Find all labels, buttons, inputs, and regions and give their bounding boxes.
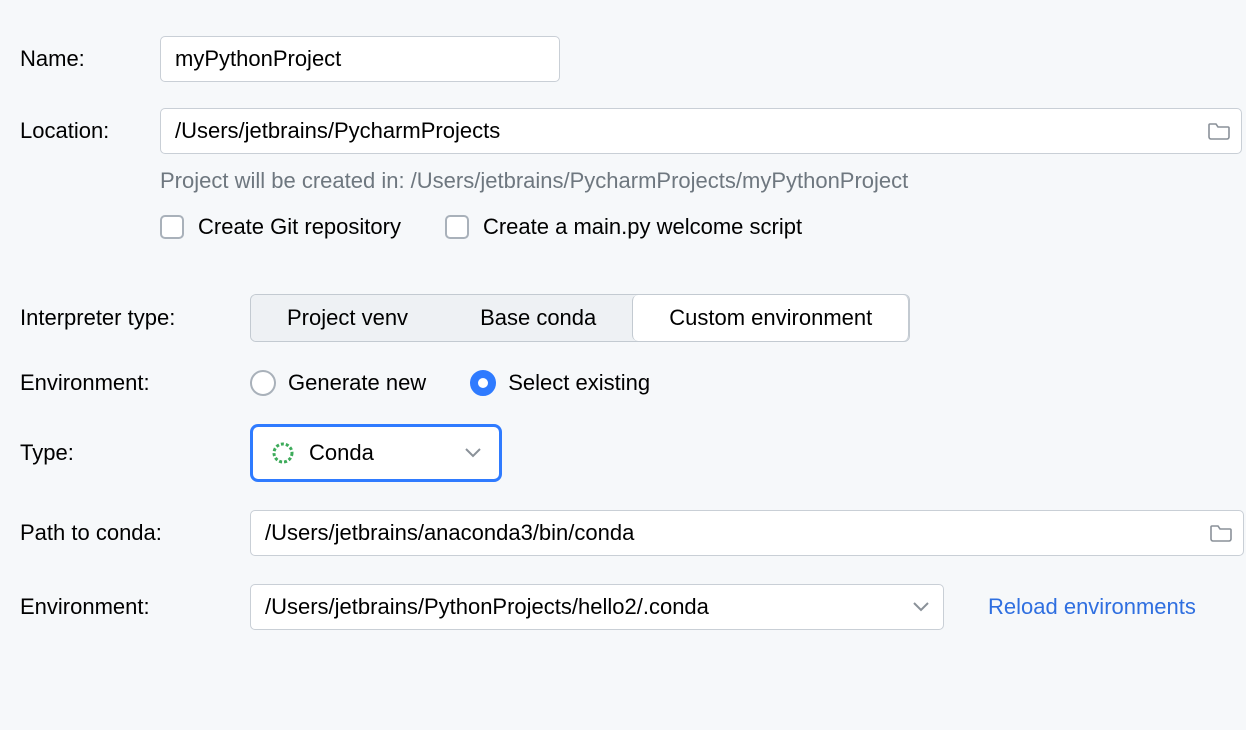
environment-path-label: Environment:: [20, 594, 250, 620]
interpreter-type-row: Interpreter type: Project venv Base cond…: [20, 294, 1226, 342]
path-to-conda-row: Path to conda:: [20, 510, 1226, 556]
chevron-down-icon: [465, 448, 481, 458]
environment-mode-row: Environment: Generate new Select existin…: [20, 370, 1226, 396]
name-label: Name:: [20, 46, 160, 72]
interpreter-type-label: Interpreter type:: [20, 305, 250, 331]
type-label: Type:: [20, 440, 250, 466]
radio-label: Generate new: [288, 370, 426, 396]
location-label: Location:: [20, 118, 160, 144]
create-git-checkbox[interactable]: Create Git repository: [160, 214, 401, 240]
environment-path-row: Environment: /Users/jetbrains/PythonProj…: [20, 584, 1226, 630]
radio-circle: [470, 370, 496, 396]
new-project-form: Name: Location: Project will be created …: [0, 0, 1246, 692]
tab-base-conda[interactable]: Base conda: [444, 295, 632, 341]
chevron-down-icon: [913, 602, 929, 612]
environment-label: Environment:: [20, 370, 250, 396]
type-row: Type: Conda: [20, 424, 1226, 482]
type-value: Conda: [309, 440, 374, 466]
name-row: Name:: [20, 36, 1226, 82]
hint-row: Project will be created in: /Users/jetbr…: [20, 168, 1226, 194]
reload-environments-link[interactable]: Reload environments: [988, 594, 1196, 620]
checkbox-label: Create a main.py welcome script: [483, 214, 802, 240]
path-to-conda-label: Path to conda:: [20, 520, 250, 546]
type-dropdown[interactable]: Conda: [250, 424, 502, 482]
interpreter-type-segmented: Project venv Base conda Custom environme…: [250, 294, 910, 342]
radio-circle: [250, 370, 276, 396]
checkbox-label: Create Git repository: [198, 214, 401, 240]
radio-label: Select existing: [508, 370, 650, 396]
location-input[interactable]: [160, 108, 1242, 154]
tab-project-venv[interactable]: Project venv: [251, 295, 444, 341]
path-to-conda-input[interactable]: [250, 510, 1244, 556]
conda-icon: [271, 441, 295, 465]
project-path-hint: Project will be created in: /Users/jetbr…: [160, 168, 908, 194]
create-mainpy-checkbox[interactable]: Create a main.py welcome script: [445, 214, 802, 240]
checkbox-box: [160, 215, 184, 239]
environment-dropdown[interactable]: /Users/jetbrains/PythonProjects/hello2/.…: [250, 584, 944, 630]
location-row: Location:: [20, 108, 1226, 154]
checkbox-box: [445, 215, 469, 239]
tab-custom-environment[interactable]: Custom environment: [632, 295, 909, 341]
environment-value: /Users/jetbrains/PythonProjects/hello2/.…: [265, 594, 709, 620]
checkboxes-row: Create Git repository Create a main.py w…: [20, 214, 1226, 240]
radio-generate-new[interactable]: Generate new: [250, 370, 426, 396]
radio-select-existing[interactable]: Select existing: [470, 370, 650, 396]
name-input[interactable]: [160, 36, 560, 82]
